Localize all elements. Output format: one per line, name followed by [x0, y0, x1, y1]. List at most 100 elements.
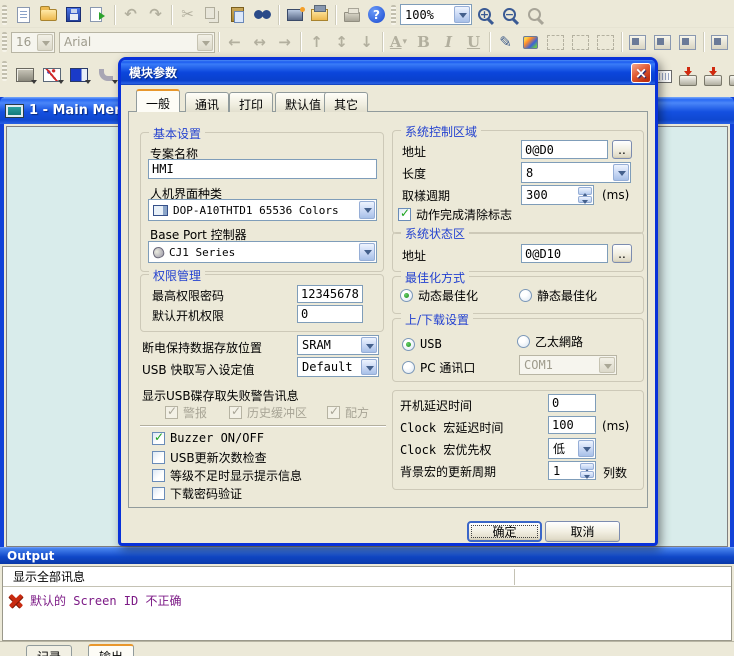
dialog-titlebar[interactable]: 模块参数 ×: [121, 60, 655, 85]
output-filter-header[interactable]: 显示全部讯息: [3, 567, 731, 587]
pipe-element-button[interactable]: [92, 61, 119, 88]
warn-recipe-checkbox[interactable]: [327, 406, 340, 419]
ok-button[interactable]: 确定: [467, 521, 542, 542]
output-panel-titlebar[interactable]: Output: [0, 547, 734, 564]
clock-delay-input[interactable]: 100: [548, 416, 596, 434]
open-screen-button[interactable]: [307, 3, 332, 27]
spinner-arrows-icon[interactable]: [578, 187, 592, 203]
new-file-button[interactable]: [11, 3, 36, 27]
help-button[interactable]: ?: [364, 3, 389, 27]
copy-button[interactable]: [200, 3, 225, 27]
control-address-input[interactable]: 0@D0: [521, 140, 608, 159]
dropdown-arrow-icon[interactable]: [359, 201, 375, 219]
dropdown-arrow-icon[interactable]: [599, 357, 615, 373]
bg-macro-spinner[interactable]: 1: [548, 461, 596, 480]
dropdown-arrow-icon[interactable]: [361, 359, 377, 375]
toolbar-grip[interactable]: [2, 61, 7, 81]
tab-communication[interactable]: 通讯: [185, 92, 229, 112]
dropdown-arrow-icon[interactable]: [197, 34, 213, 51]
align-left-button[interactable]: ←: [222, 30, 247, 54]
download-password-checkbox[interactable]: [152, 487, 165, 500]
dropdown-arrow-icon[interactable]: [454, 6, 470, 23]
length-select[interactable]: 8: [521, 162, 631, 183]
status-address-browse-button[interactable]: ..: [612, 244, 632, 263]
save-button[interactable]: [61, 3, 86, 27]
italic-button[interactable]: I: [436, 30, 461, 54]
cancel-button[interactable]: 取消: [545, 521, 620, 542]
download-all-button[interactable]: [704, 64, 722, 88]
warn-alarm-checkbox[interactable]: [165, 406, 178, 419]
align-center-v-button[interactable]: ↕: [329, 30, 354, 54]
paste-button[interactable]: [225, 3, 250, 27]
base-port-controller-select[interactable]: CJ1 Series: [148, 241, 377, 263]
zoom-tool-button[interactable]: [522, 3, 547, 27]
toolbar-grip[interactable]: [2, 5, 7, 25]
button-element-button[interactable]: [11, 61, 38, 88]
export-button[interactable]: [86, 3, 111, 27]
align-center-h-button[interactable]: ↔: [247, 30, 272, 54]
buzzer-checkbox[interactable]: [152, 432, 165, 445]
retain-location-select[interactable]: SRAM: [297, 335, 379, 355]
display-element-button[interactable]: [65, 61, 92, 88]
resize-height-button[interactable]: [568, 30, 593, 54]
print-button[interactable]: [339, 3, 364, 27]
tab-general[interactable]: 一般: [136, 89, 180, 112]
tab-defaults[interactable]: 默认值: [275, 92, 331, 112]
dropdown-arrow-icon[interactable]: [37, 34, 53, 51]
download-screen-button[interactable]: [679, 64, 697, 88]
open-file-button[interactable]: [36, 3, 61, 27]
zoom-select[interactable]: 100%: [400, 4, 472, 25]
zoom-in-button[interactable]: +: [472, 3, 497, 27]
com-port-select[interactable]: COM1: [519, 355, 617, 375]
picture-button[interactable]: [518, 30, 543, 54]
ethernet-radio[interactable]: [517, 335, 530, 348]
dropdown-arrow-icon[interactable]: [361, 337, 377, 353]
tab-other[interactable]: 其它: [324, 92, 368, 112]
clock-priority-select[interactable]: 低: [548, 438, 596, 459]
align-right-button[interactable]: →: [272, 30, 297, 54]
cut-button[interactable]: ✂: [175, 3, 200, 27]
place-top-button[interactable]: [707, 30, 732, 54]
upload-button[interactable]: [729, 64, 734, 88]
dropdown-arrow-icon[interactable]: [613, 164, 629, 181]
font-family-select[interactable]: Arial: [59, 32, 215, 53]
undo-button[interactable]: ↶: [118, 3, 143, 27]
find-button[interactable]: [250, 3, 275, 27]
tab-output[interactable]: 输出: [88, 644, 134, 656]
level-message-checkbox[interactable]: [152, 469, 165, 482]
pen-style-button[interactable]: ✎: [493, 30, 518, 54]
hmi-type-select[interactable]: DOP-A10THTD1 65536 Colors: [148, 199, 377, 221]
font-size-select[interactable]: 16: [11, 32, 55, 53]
redo-button[interactable]: ↷: [143, 3, 168, 27]
boot-delay-input[interactable]: 0: [548, 394, 596, 412]
tab-print[interactable]: 打印: [229, 92, 273, 112]
close-icon[interactable]: ×: [631, 63, 651, 83]
toolbar-grip[interactable]: [391, 5, 396, 25]
zoom-out-button[interactable]: −: [497, 3, 522, 27]
tab-record[interactable]: 记录: [26, 645, 72, 656]
new-screen-button[interactable]: [282, 3, 307, 27]
clear-flag-checkbox[interactable]: [398, 208, 411, 221]
output-message-row[interactable]: 默认的 Screen ID 不正确: [9, 592, 181, 609]
usb-cache-select[interactable]: Default: [297, 357, 379, 377]
toolbar-grip[interactable]: [2, 32, 7, 52]
align-bottom-button[interactable]: ↓: [354, 30, 379, 54]
dropdown-arrow-icon[interactable]: [578, 440, 594, 457]
meter-element-button[interactable]: [38, 61, 65, 88]
max-password-input[interactable]: 12345678: [297, 285, 363, 303]
project-name-input[interactable]: HMI: [148, 159, 377, 179]
boot-permission-input[interactable]: 0: [297, 305, 363, 323]
usb-update-checkbox[interactable]: [152, 451, 165, 464]
align-top-button[interactable]: ↑: [304, 30, 329, 54]
sample-period-spinner[interactable]: 300: [521, 185, 594, 205]
spinner-arrows-icon[interactable]: [580, 463, 594, 478]
font-color-button[interactable]: A▾: [386, 30, 411, 54]
dropdown-arrow-icon[interactable]: [359, 243, 375, 261]
pc-com-radio[interactable]: [402, 361, 415, 374]
warn-history-checkbox[interactable]: [229, 406, 242, 419]
resize-width-button[interactable]: [543, 30, 568, 54]
bold-button[interactable]: B: [411, 30, 436, 54]
place-right-button[interactable]: [675, 30, 700, 54]
static-optimization-radio[interactable]: [519, 289, 532, 302]
place-center-button[interactable]: [650, 30, 675, 54]
